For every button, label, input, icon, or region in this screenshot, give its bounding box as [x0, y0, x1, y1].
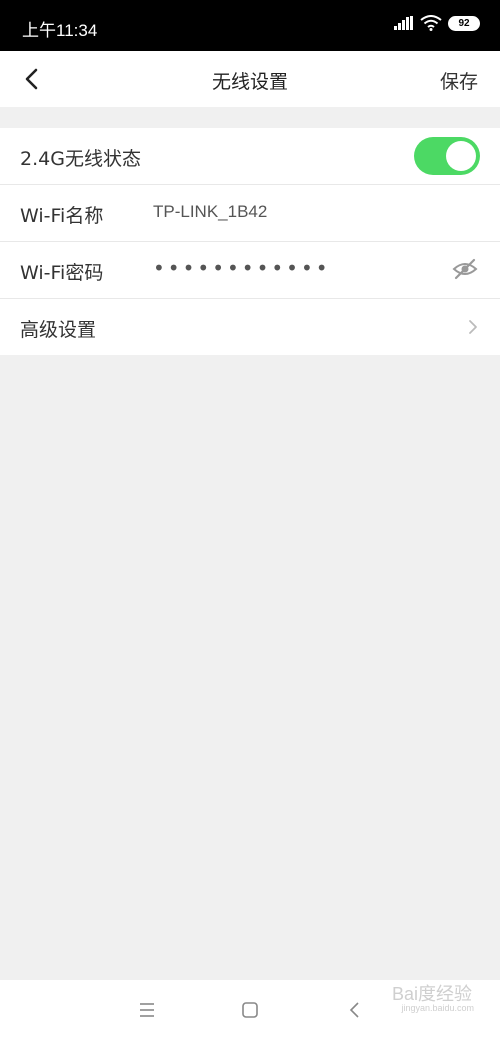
- wireless-status-toggle[interactable]: [414, 137, 480, 175]
- header-bar: 无线设置 保存: [0, 51, 500, 107]
- home-icon[interactable]: [238, 998, 262, 1022]
- settings-list: 2.4G无线状态 Wi-Fi名称 TP-LINK_1B42 Wi-Fi密码 ••…: [0, 128, 500, 355]
- wifi-name-field[interactable]: TP-LINK_1B42: [153, 202, 267, 222]
- system-nav-bar: Bai度经验 jingyan.baidu.com: [0, 980, 500, 1041]
- back-icon[interactable]: [343, 998, 367, 1022]
- save-button[interactable]: 保存: [440, 67, 478, 94]
- wifi-icon: [420, 15, 442, 31]
- signal-icon: [394, 16, 413, 30]
- wireless-status-label: 2.4G无线状态: [20, 148, 141, 170]
- eye-off-icon[interactable]: [452, 258, 478, 280]
- status-icons: 92: [394, 15, 480, 31]
- battery-icon: 92: [448, 15, 480, 31]
- advanced-settings-label: 高级设置: [20, 319, 97, 341]
- wifi-name-row[interactable]: Wi-Fi名称 TP-LINK_1B42: [0, 185, 500, 242]
- toggle-knob: [446, 141, 476, 171]
- status-time: 上午11:34: [22, 21, 98, 40]
- wifi-password-row[interactable]: Wi-Fi密码 ••••••••••••: [0, 242, 500, 299]
- advanced-settings-row[interactable]: 高级设置: [0, 299, 500, 355]
- wifi-password-field[interactable]: ••••••••••••: [153, 256, 331, 280]
- wireless-status-row: 2.4G无线状态: [0, 128, 500, 185]
- page-title: 无线设置: [211, 71, 288, 93]
- watermark-sub: jingyan.baidu.com: [401, 1003, 474, 1013]
- wifi-password-label: Wi-Fi密码: [20, 262, 104, 284]
- menu-icon[interactable]: [135, 998, 159, 1022]
- wifi-name-label: Wi-Fi名称: [20, 205, 104, 227]
- status-bar: 上午11:34 92: [0, 0, 500, 51]
- chevron-right-icon: [469, 320, 477, 334]
